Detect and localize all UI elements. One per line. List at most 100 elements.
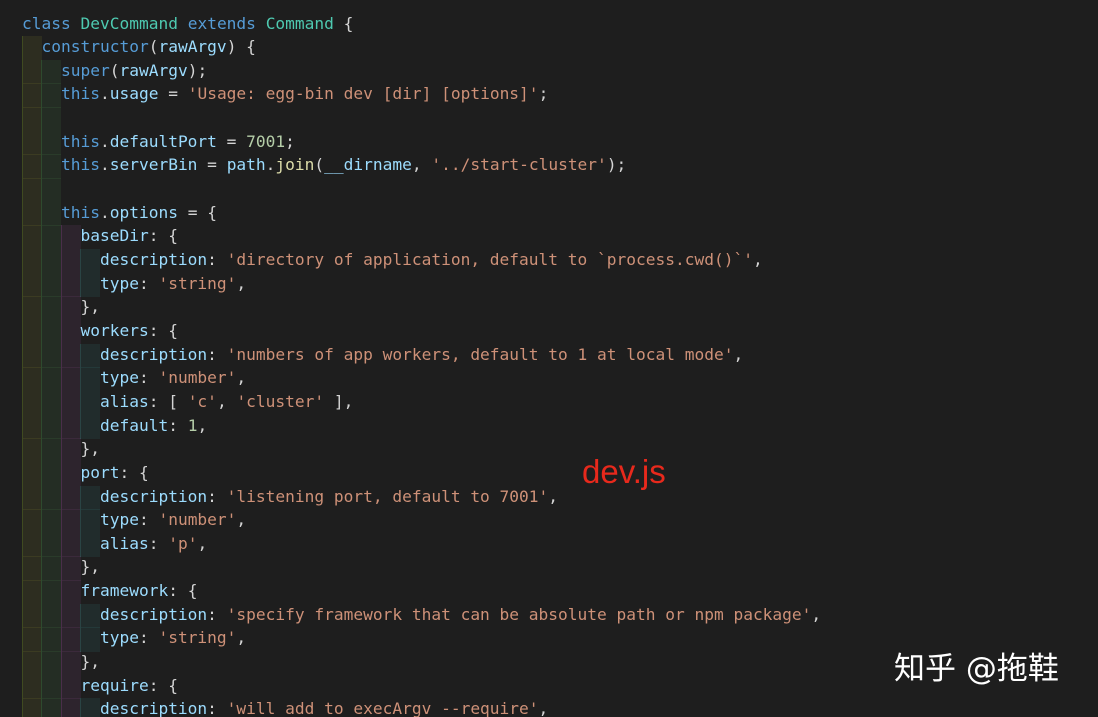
code-token: alias [99,533,149,553]
code-token: , [733,344,744,364]
code-token: 'specify framework that can be absolute … [226,604,812,624]
code-token: ], [324,391,354,411]
code-line[interactable]: description: 'numbers of app workers, de… [22,344,743,366]
code-line[interactable]: baseDir: { [22,225,177,247]
code-token: defaultPort [109,131,217,151]
code-token: baseDir [80,226,149,246]
code-token: , [236,628,247,648]
code-line[interactable]: this.defaultPort = 7001; [22,131,295,153]
code-editor[interactable]: class DevCommand extends Command { const… [0,0,1098,717]
code-token: , [197,415,208,435]
code-token: type [99,368,139,388]
code-token: : { [148,320,178,340]
code-token: : [168,415,188,435]
watermark: 知乎 @拖鞋 [894,651,1059,687]
code-token: alias [99,391,149,411]
code-token: framework [80,581,169,601]
code-token: : [148,533,169,553]
code-token: 'string' [158,628,237,648]
code-token: 'numbers of app workers, default to 1 at… [226,344,734,364]
code-line[interactable]: this.options = { [22,202,217,224]
code-line[interactable]: description: 'listening port, default to… [22,486,558,508]
code-line[interactable]: }, [22,556,100,578]
code-token: type [99,273,139,293]
code-token: 'p' [168,533,198,553]
code-token: extends [187,13,256,33]
code-line[interactable]: type: 'string', [22,627,246,649]
code-line[interactable]: type: 'number', [22,509,246,531]
code-line[interactable]: constructor(rawArgv) { [22,36,256,58]
code-token: join [275,155,315,175]
code-line[interactable]: type: 'number', [22,367,246,389]
code-token: = [158,84,188,104]
code-token: : [207,699,227,717]
code-line[interactable]: require: { [22,675,177,697]
code-token: description [99,604,208,624]
code-token: description [99,344,208,364]
code-token: ; [285,131,295,151]
code-token: ( [109,60,120,80]
code-token: , [548,486,559,506]
code-token: description [99,486,208,506]
code-token: constructor [41,37,149,57]
code-line[interactable]: description: 'will add to execArgv --req… [22,698,548,717]
code-token: : { [119,462,149,482]
code-line[interactable]: type: 'string', [22,273,246,295]
code-token: 'listening port, default to 7001' [226,486,549,506]
code-token: serverBin [109,155,198,175]
code-line[interactable]: description: 'specify framework that can… [22,604,821,626]
code-token: ); [187,60,208,80]
code-token: path [226,155,266,175]
code-line[interactable]: class DevCommand extends Command { [22,13,353,35]
code-token: 'Usage: egg-bin dev [dir] [options]' [187,84,539,104]
code-line[interactable]: alias: 'p', [22,533,207,555]
code-token: options [109,202,178,222]
code-line[interactable]: description: 'directory of application, … [22,249,763,271]
code-line[interactable]: }, [22,438,100,460]
code-token: . [99,131,110,151]
code-token: ( [148,37,159,57]
code-token: type [99,510,139,530]
indent-guide [22,178,42,203]
code-token: = { [177,202,217,222]
code-token: 7001 [246,131,286,151]
code-token: 'string' [158,273,237,293]
code-line[interactable]: }, [22,296,100,318]
code-line[interactable]: this.usage = 'Usage: egg-bin dev [dir] [… [22,83,548,105]
code-token: usage [109,84,159,104]
code-token: }, [22,297,100,317]
code-token: , [811,604,822,624]
code-token: class [22,13,81,33]
code-token: ) { [226,37,256,57]
code-token: rawArgv [119,60,188,80]
code-line[interactable]: workers: { [22,320,178,342]
code-token: , [236,368,247,388]
code-line[interactable]: this.serverBin = path.join(__dirname, '.… [22,154,626,176]
code-token: description [99,699,208,717]
code-token: : [ [148,391,188,411]
code-line[interactable]: super(rawArgv); [22,60,207,82]
code-line[interactable]: default: 1, [22,415,207,437]
code-token: . [99,202,110,222]
code-token: : [138,368,159,388]
code-token: : [138,510,159,530]
code-line[interactable]: framework: { [22,580,197,602]
code-token: 'cluster' [236,391,325,411]
code-line[interactable]: alias: [ 'c', 'cluster' ], [22,391,353,413]
code-token: '../start-cluster' [431,155,607,175]
code-line[interactable]: port: { [22,462,149,484]
code-token: }, [22,557,100,577]
code-token: , [411,155,432,175]
code-token: ( [314,155,325,175]
code-token: port [80,462,120,482]
indent-guide [41,107,62,132]
code-line[interactable]: }, [22,651,100,673]
